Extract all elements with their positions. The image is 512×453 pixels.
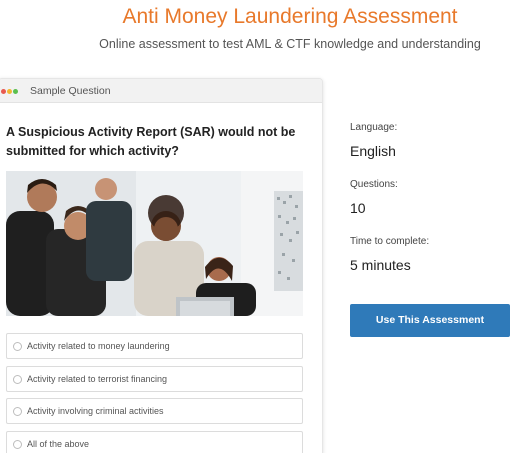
answer-option-label: Activity related to money laundering bbox=[27, 341, 170, 351]
radio-icon[interactable] bbox=[13, 375, 22, 384]
questions-label: Questions: bbox=[350, 179, 398, 190]
answer-option-label: All of the above bbox=[27, 439, 90, 449]
page-subtitle: Online assessment to test AML & CTF know… bbox=[99, 37, 481, 51]
answer-option-4[interactable]: All of the above bbox=[6, 431, 303, 453]
page-title: Anti Money Laundering Assessment bbox=[122, 5, 458, 28]
answer-option-1[interactable]: Activity related to money laundering bbox=[6, 333, 303, 359]
radio-icon[interactable] bbox=[13, 407, 22, 416]
radio-icon[interactable] bbox=[13, 440, 22, 449]
time-value: 5 minutes bbox=[350, 257, 411, 273]
team-photo bbox=[6, 171, 303, 316]
answer-option-3[interactable]: Activity involving criminal activities bbox=[6, 398, 303, 424]
yellow-dot-icon bbox=[7, 89, 12, 94]
card-title: Sample Question bbox=[30, 85, 111, 97]
answer-option-2[interactable]: Activity related to terrorist financing bbox=[6, 366, 303, 392]
question-text: A Suspicious Activity Report (SAR) would… bbox=[6, 125, 296, 158]
language-value: English bbox=[350, 143, 396, 159]
questions-value: 10 bbox=[350, 200, 366, 216]
green-dot-icon bbox=[13, 89, 18, 94]
radio-icon[interactable] bbox=[13, 342, 22, 351]
use-assessment-button[interactable]: Use This Assessment bbox=[350, 304, 510, 337]
team-photo-illustration bbox=[6, 171, 303, 316]
red-dot-icon bbox=[1, 89, 6, 94]
card-titlebar: Sample Question bbox=[0, 79, 322, 103]
answer-option-label: Activity related to terrorist financing bbox=[27, 374, 168, 384]
answer-option-label: Activity involving criminal activities bbox=[27, 406, 164, 416]
time-label: Time to complete: bbox=[350, 236, 430, 247]
sample-question-card: Sample Question A Suspicious Activity Re… bbox=[0, 78, 323, 453]
language-label: Language: bbox=[350, 122, 398, 133]
